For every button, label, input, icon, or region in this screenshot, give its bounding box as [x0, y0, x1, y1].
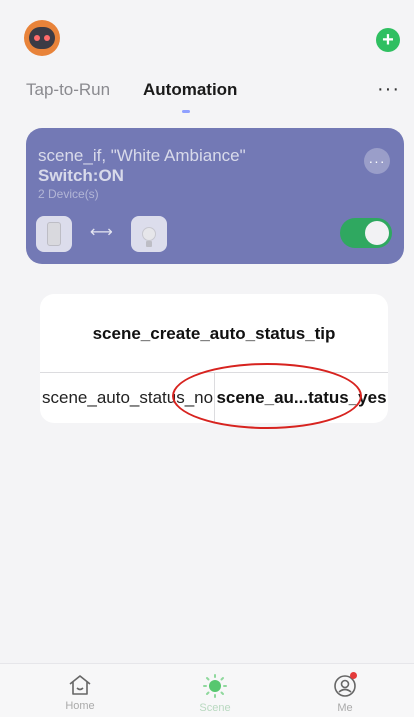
- app-screen: + Tap-to-Run Automation ··· scene_if, "W…: [0, 0, 414, 717]
- dialog-yes-button[interactable]: scene_au...tatus_yes: [215, 373, 388, 423]
- bottom-navigation: Home Scene Me: [0, 663, 414, 717]
- nav-scene-label: Scene: [199, 702, 231, 714]
- nav-home[interactable]: Home: [40, 674, 120, 712]
- home-icon: [69, 675, 91, 695]
- nav-scene[interactable]: Scene: [175, 674, 255, 714]
- nav-home-label: Home: [65, 700, 95, 712]
- notification-dot: [350, 672, 357, 679]
- dialog-no-button[interactable]: scene_auto_status_no: [40, 373, 214, 423]
- nav-me[interactable]: Me: [305, 672, 385, 714]
- auto-status-dialog: scene_create_auto_status_tip scene_auto_…: [40, 294, 388, 423]
- dialog-title: scene_create_auto_status_tip: [92, 324, 336, 343]
- nav-me-label: Me: [337, 702, 353, 714]
- scene-sun-icon: [203, 674, 227, 698]
